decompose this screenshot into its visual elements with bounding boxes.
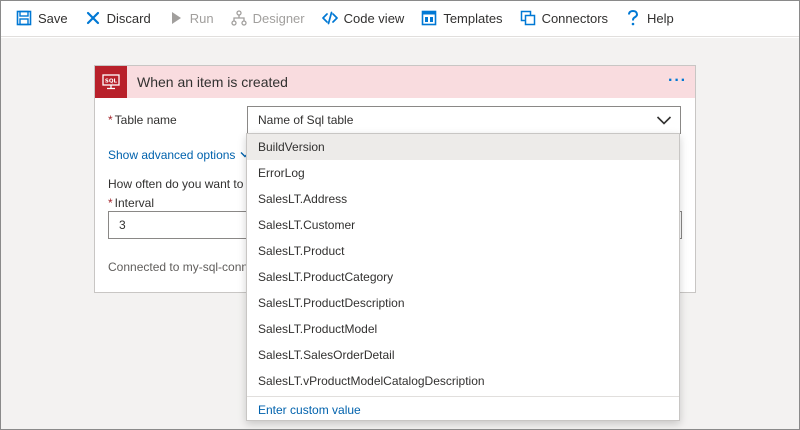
show-advanced-options-link[interactable]: Show advanced options	[108, 148, 250, 162]
dropdown-option[interactable]: ErrorLog	[247, 160, 679, 186]
frequency-question: How often do you want to	[108, 177, 244, 191]
save-label: Save	[38, 10, 68, 26]
connectors-label: Connectors	[541, 10, 609, 26]
code-view-label: Code view	[343, 10, 405, 26]
run-button[interactable]: Run	[160, 0, 223, 37]
interval-label: * Interval	[108, 196, 155, 210]
more-options-icon[interactable]: ···	[668, 72, 687, 90]
connectors-icon	[520, 10, 536, 26]
dropdown-option[interactable]: SalesLT.SalesOrderDetail	[247, 342, 679, 368]
dropdown-option[interactable]: BuildVersion	[247, 134, 679, 160]
code-view-button[interactable]: Code view	[314, 0, 414, 37]
table-name-dropdown: BuildVersion ErrorLog SalesLT.Address Sa…	[246, 133, 680, 421]
help-icon	[625, 10, 641, 26]
trigger-title: When an item is created	[137, 74, 288, 90]
svg-text:SQL: SQL	[105, 79, 118, 85]
designer-label: Designer	[252, 10, 305, 26]
discard-label: Discard	[106, 10, 151, 26]
trigger-card-header[interactable]: SQL When an item is created ···	[95, 66, 695, 98]
sql-icon: SQL	[95, 66, 127, 98]
dropdown-option[interactable]: SalesLT.ProductDescription	[247, 290, 679, 316]
chevron-down-icon	[656, 113, 672, 130]
templates-button[interactable]: Templates	[413, 0, 511, 37]
dropdown-option[interactable]: SalesLT.ProductModel	[247, 316, 679, 342]
designer-icon	[230, 10, 247, 26]
dropdown-option[interactable]: SalesLT.ProductCategory	[247, 264, 679, 290]
dropdown-option[interactable]: SalesLT.vProductModelCatalogDescription	[247, 368, 679, 394]
designer-toolbar: Save Discard Run Designer Code view Temp…	[0, 0, 800, 37]
templates-icon	[421, 10, 437, 26]
templates-label: Templates	[443, 10, 503, 26]
help-label: Help	[647, 10, 674, 26]
table-name-select[interactable]: Name of Sql table	[247, 106, 681, 134]
connectors-button[interactable]: Connectors	[512, 0, 617, 37]
designer-button[interactable]: Designer	[223, 0, 314, 37]
enter-custom-value-link[interactable]: Enter custom value	[247, 397, 679, 423]
save-icon	[16, 10, 32, 26]
help-button[interactable]: Help	[617, 0, 683, 37]
table-name-label: * Table name	[108, 113, 177, 127]
table-name-select-value: Name of Sql table	[258, 113, 354, 127]
close-icon	[85, 10, 101, 26]
save-button[interactable]: Save	[8, 0, 77, 37]
dropdown-option[interactable]: SalesLT.Address	[247, 186, 679, 212]
connection-status: Connected to my-sql-conn	[108, 260, 248, 274]
play-icon	[168, 10, 184, 26]
dropdown-option[interactable]: SalesLT.Customer	[247, 212, 679, 238]
run-label: Run	[189, 10, 214, 26]
discard-button[interactable]: Discard	[77, 0, 160, 37]
dropdown-option[interactable]: SalesLT.Product	[247, 238, 679, 264]
code-icon	[321, 10, 338, 26]
